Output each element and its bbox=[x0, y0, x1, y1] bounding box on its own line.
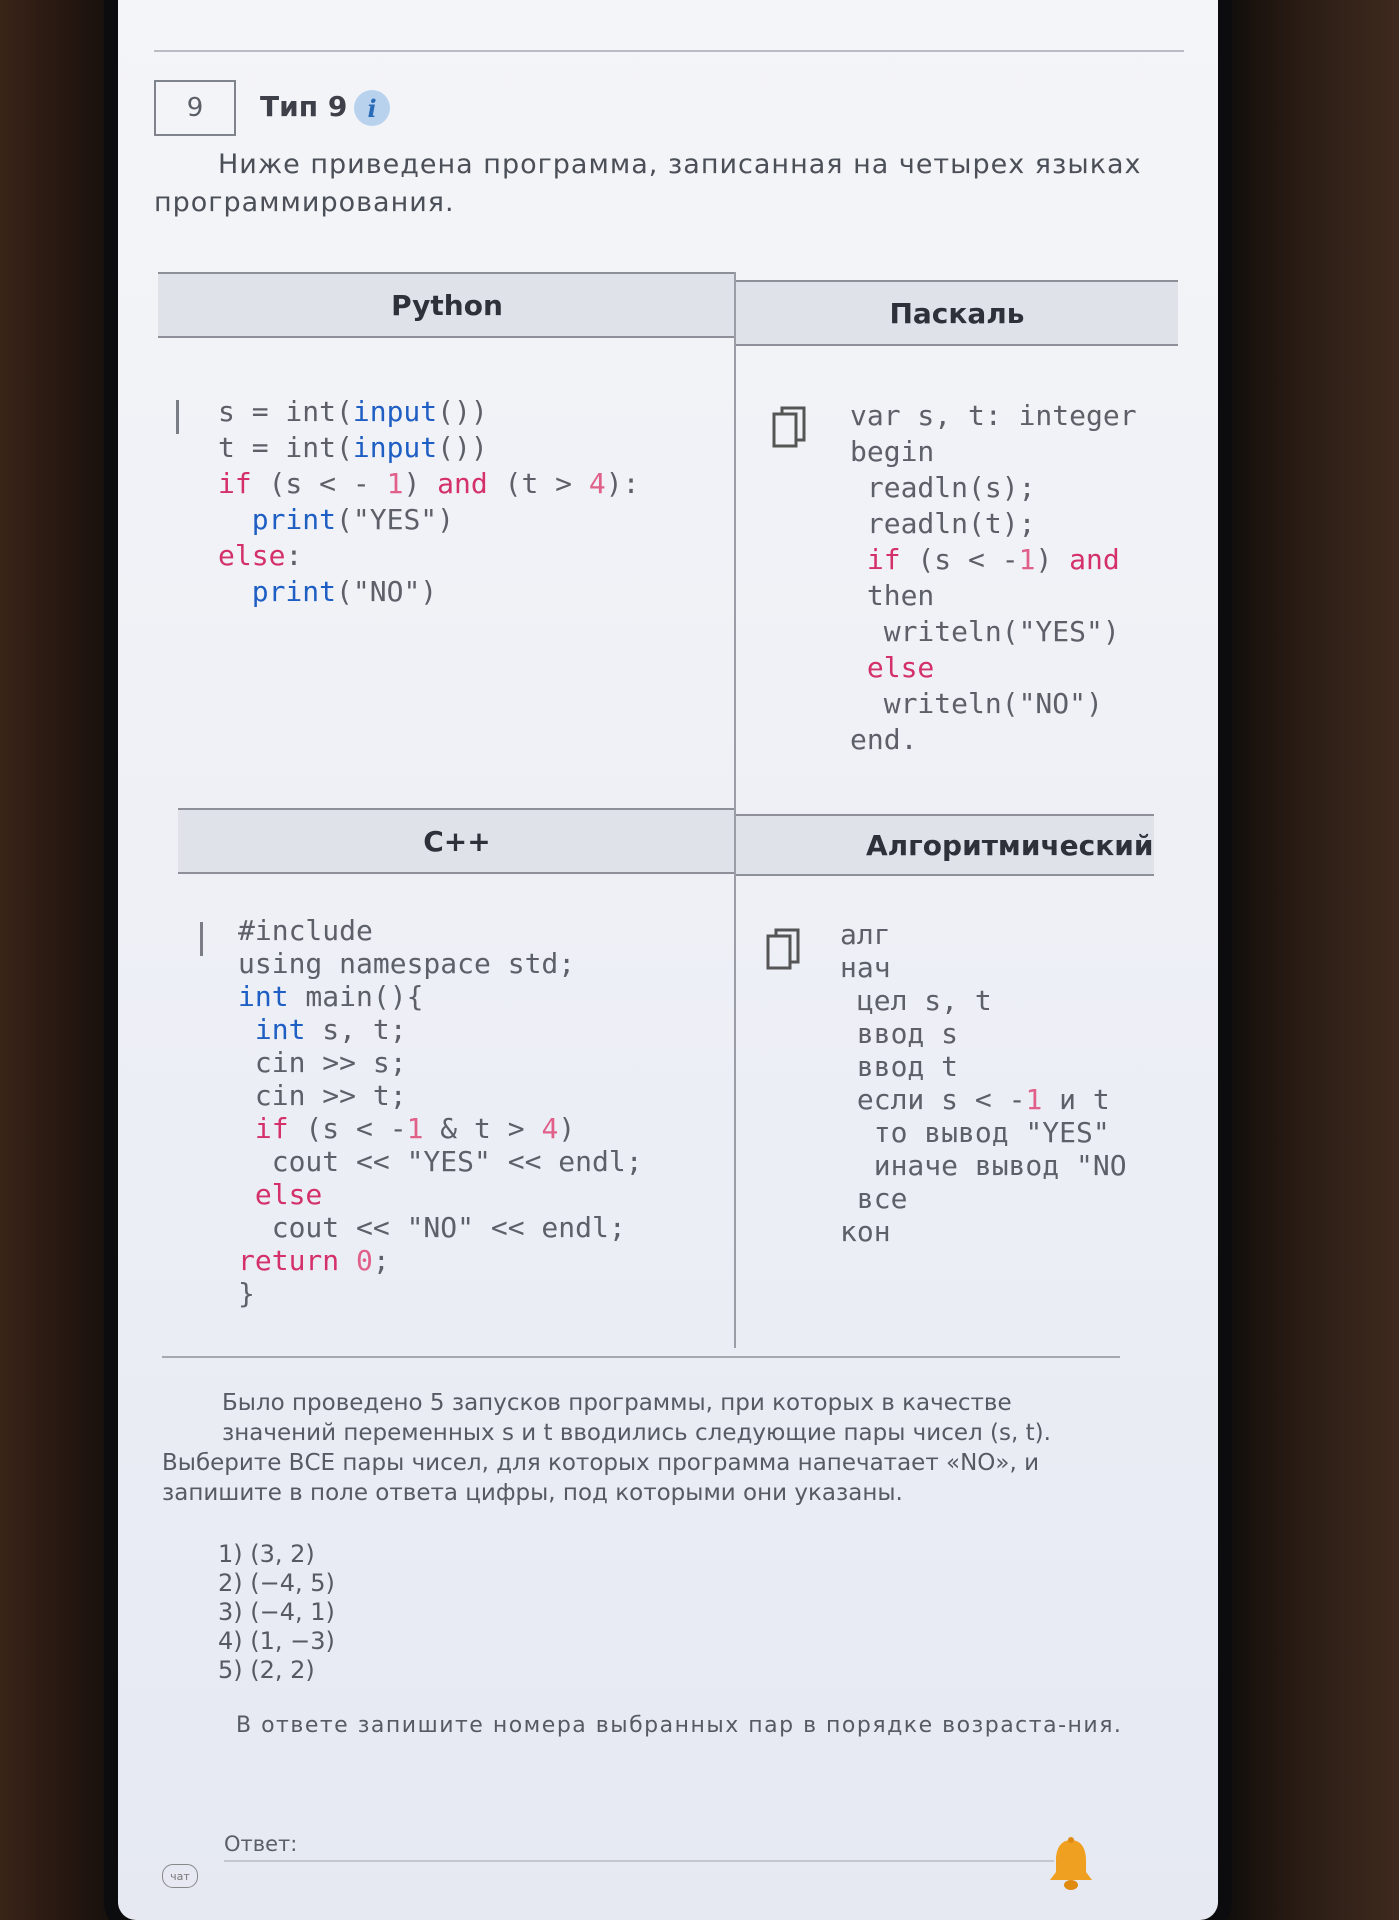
code-line: ввод t bbox=[840, 1050, 959, 1083]
code-line: то вывод "YES" bbox=[840, 1116, 1110, 1149]
option-item: 2) (−4, 5) bbox=[218, 1569, 335, 1597]
option-item: 1) (3, 2) bbox=[218, 1540, 315, 1568]
task-type-label: Тип 9 bbox=[260, 90, 348, 123]
code-line: ввод s bbox=[840, 1017, 959, 1050]
code-line: s = int(input()) bbox=[218, 395, 488, 428]
code-line: else bbox=[254, 1178, 323, 1211]
bottom-divider bbox=[162, 1356, 1120, 1358]
chat-badge[interactable]: чат bbox=[162, 1864, 198, 1888]
answer-instruction: В ответе запишите номера выбранных пар в… bbox=[236, 1713, 1123, 1738]
code-line: int s, t; bbox=[254, 1013, 407, 1046]
header-algorithmic: Алгоритмический яз bbox=[736, 814, 1154, 876]
copy-icon[interactable] bbox=[772, 406, 806, 450]
code-line: else bbox=[866, 651, 935, 684]
info-icon[interactable]: i bbox=[354, 90, 390, 126]
python-code[interactable]: s = int(input()) t = int(input()) if (s … bbox=[218, 394, 639, 610]
option-item: 4) (1, −3) bbox=[218, 1627, 335, 1655]
bell-icon[interactable] bbox=[1048, 1836, 1094, 1892]
code-line: #include bbox=[238, 914, 373, 947]
task-intro: Ниже приведена программа, записанная на … bbox=[154, 149, 1142, 218]
code-table: Python Паскаль C++ Алгоритмический яз s … bbox=[158, 272, 1178, 1348]
code-line: int main(){ bbox=[238, 980, 424, 1013]
code-line: cin >> s; bbox=[238, 1046, 407, 1079]
task-number: 9 bbox=[154, 80, 236, 136]
code-line: print("YES") bbox=[251, 503, 455, 536]
header-pascal: Паскаль bbox=[736, 280, 1178, 346]
cpp-code[interactable]: #include using namespace std; int main()… bbox=[238, 914, 643, 1310]
option-item: 3) (−4, 1) bbox=[218, 1598, 335, 1626]
code-line: using namespace std; bbox=[238, 947, 576, 980]
code-line: readln(s); bbox=[850, 471, 1036, 504]
question-text: Было проведено 5 запусков программы, при… bbox=[162, 1388, 1122, 1508]
background-right bbox=[1219, 0, 1399, 1920]
phone-screen: 9 Тип 9 i Ниже приведена программа, запи… bbox=[118, 0, 1218, 1920]
code-line: если s < -1 и t bbox=[840, 1083, 1110, 1116]
code-line: writeln("NO") bbox=[850, 687, 1103, 720]
code-line: все bbox=[840, 1182, 908, 1215]
code-line: begin bbox=[850, 435, 935, 468]
code-line: цел s, t bbox=[840, 984, 992, 1017]
code-line: else: bbox=[218, 539, 303, 572]
answer-label: Ответ: bbox=[224, 1832, 298, 1856]
header-python: Python bbox=[158, 272, 736, 338]
pascal-code[interactable]: var s, t: integer begin readln(s); readl… bbox=[850, 398, 1137, 758]
code-line: return 0; bbox=[238, 1244, 390, 1277]
code-line: } bbox=[238, 1277, 255, 1310]
top-divider bbox=[154, 50, 1184, 52]
code-line: var s, t: integer bbox=[850, 399, 1137, 432]
code-line: cout << "NO" << endl; bbox=[238, 1211, 626, 1244]
code-line: if (s < - 1) and (t > 4): bbox=[218, 467, 640, 500]
header-cpp: C++ bbox=[178, 808, 736, 874]
code-line: if (s < -1 & t > 4) bbox=[254, 1112, 576, 1145]
code-line: readln(t); bbox=[850, 507, 1036, 540]
code-line: cout << "YES" << endl; bbox=[238, 1145, 643, 1178]
code-line: алг bbox=[840, 918, 891, 951]
algorithmic-code[interactable]: алг нач цел s, t ввод s ввод t если s < … bbox=[840, 918, 1127, 1248]
question-line-1: Было проведено 5 запусков программы, при… bbox=[222, 1390, 1051, 1446]
text-cursor bbox=[200, 922, 203, 956]
code-line: if (s < -1) and bbox=[866, 543, 1120, 576]
copy-icon[interactable] bbox=[766, 928, 800, 972]
question-line-2: Выберите ВСЕ пары чисел, для которых про… bbox=[162, 1450, 1040, 1506]
column-divider bbox=[734, 272, 736, 1348]
code-line: иначе вывод "NO bbox=[840, 1149, 1127, 1182]
answer-input[interactable] bbox=[224, 1860, 1054, 1862]
code-line: кон bbox=[840, 1215, 891, 1248]
background-left bbox=[0, 0, 120, 1920]
code-line: t = int(input()) bbox=[218, 431, 488, 464]
code-line: then bbox=[850, 579, 935, 612]
code-line: print("NO") bbox=[251, 575, 438, 608]
code-line: end. bbox=[850, 723, 918, 756]
code-line: нач bbox=[840, 951, 891, 984]
code-line: cin >> t; bbox=[238, 1079, 407, 1112]
text-cursor bbox=[176, 400, 179, 434]
options-list: 1) (3, 2) 2) (−4, 5) 3) (−4, 1) 4) (1, −… bbox=[218, 1540, 335, 1685]
option-item: 5) (2, 2) bbox=[218, 1656, 315, 1684]
code-line: writeln("YES") bbox=[850, 615, 1120, 648]
